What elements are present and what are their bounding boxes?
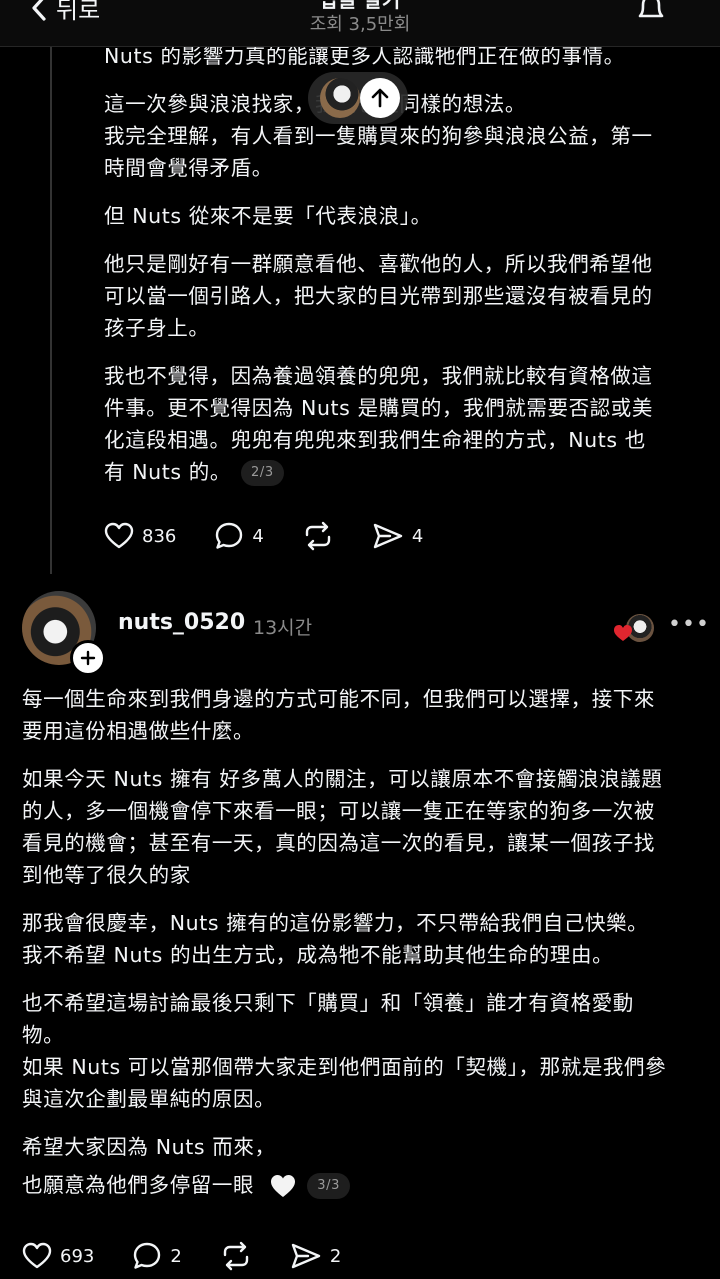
share-count: 2 (329, 1245, 342, 1267)
post-text-line: 也不希望這場討論最後只剩下「購買」和「領養」誰才有資格愛動 (22, 991, 634, 1015)
arrow-up-icon (371, 88, 389, 108)
post-actions: 693 2 2 (22, 1241, 379, 1271)
scroll-to-top-pill[interactable] (308, 72, 408, 124)
comment-count: 4 (252, 525, 264, 547)
post-text-line: 與這次企劃最單純的原因。 (22, 1087, 276, 1111)
post-text-line: 化這段相遇。兜兜有兜兜來到我們生命裡的方式，Nuts 也 (104, 428, 646, 452)
repost-icon (223, 1241, 249, 1271)
post-timestamp: 13시간 (253, 617, 313, 639)
post-text-line: 如果今天 Nuts 擁有 好多萬人的關注，可以讓原本不會接觸浪浪議題 (22, 767, 663, 791)
post-body: 每一個生命來到我們身邊的方式可能不同，但我們可以選擇，接下來 要用這份相遇做些什… (22, 683, 702, 1201)
page-indicator-badge: 2/3 (240, 460, 284, 486)
post-text-line: 到他等了很久的家 (22, 863, 191, 887)
red-heart-icon (614, 625, 632, 641)
post-text-line: 有 Nuts 的。 2/3 (104, 456, 694, 488)
page-indicator-badge: 3/3 (307, 1173, 350, 1199)
heart-icon (104, 522, 134, 549)
repost-icon (305, 521, 331, 551)
comment-icon (216, 522, 243, 549)
post-text-line: 也願意為他們多停留一眼 3/3 (22, 1169, 702, 1201)
thread-page: 뒤로 답글 달기 조회 3,5만회 Nuts 的影響力真的能讓更多人認識牠們正在… (0, 0, 720, 1279)
plus-icon (80, 650, 96, 666)
share-count: 4 (411, 525, 424, 547)
post-text-line: 每一個生命來到我們身邊的方式可能不同，但我們可以選擇，接下來 (22, 687, 655, 711)
like-button[interactable]: 836 (104, 522, 176, 550)
view-count: 조회 3,5만회 (309, 14, 411, 35)
notification-button[interactable] (634, 0, 668, 30)
post-text-line: 那我會很慶幸，Nuts 擁有的這份影響力，不只帶給我們自己快樂。 (22, 911, 649, 935)
white-heart-icon (271, 1175, 296, 1197)
like-count: 836 (142, 525, 177, 547)
post-text-line: 如果 Nuts 可以當那個帶大家走到他們面前的「契機」，那就是我們參 (22, 1055, 667, 1079)
comment-icon (134, 1242, 161, 1269)
post-text-line: 但 Nuts 從來不是要「代表浪浪」。 (104, 204, 432, 228)
repost-button[interactable] (220, 1241, 252, 1271)
post-text-line: 我也不覺得，因為養過領養的兜兜，我們就比較有資格做這 (104, 364, 653, 388)
post-text-line: 看見的機會；甚至有一天，真的因為這一次的看見，讓某一個孩子找 (22, 831, 655, 855)
post-text-line: 我完全理解，有人看到一隻購買來的狗參與浪浪公益，第一 (104, 124, 653, 148)
post-text-line: 時間會覺得矛盾。 (104, 156, 273, 180)
heart-icon (22, 1242, 52, 1269)
post-text-line: 的人，多一個機會停下來看一眼；可以讓一隻正在等家的狗多一次被 (22, 799, 655, 823)
post-text-line: 希望大家因為 Nuts 而來， (22, 1135, 276, 1159)
repost-button[interactable] (302, 521, 334, 551)
post-text-line: 我不希望 Nuts 的出生方式，成為牠不能幫助其他生命的理由。 (22, 943, 614, 967)
follow-button[interactable] (70, 640, 106, 676)
post-text-line: 孩子身上。 (104, 316, 210, 340)
post-text-fragment: 也願意為他們多停留一眼 (22, 1173, 255, 1197)
more-options-button[interactable]: ••• (668, 612, 710, 637)
send-icon (291, 1243, 321, 1269)
post-text-line: 他只是剛好有一群願意看他、喜歡他的人，所以我們希望他 (104, 252, 653, 276)
comment-button[interactable]: 2 (132, 1241, 182, 1271)
thread-connector-line (50, 46, 52, 574)
share-button[interactable]: 2 (290, 1241, 341, 1271)
post-actions: 836 4 4 (104, 521, 461, 551)
share-button[interactable]: 4 (372, 521, 423, 551)
top-bar: 뒤로 답글 달기 조회 3,5만회 (0, 0, 720, 47)
send-icon (373, 523, 403, 549)
post-text-line: 件事。更不覺得因為 Nuts 是購買的，我們就需要否認或美 (104, 396, 653, 420)
scroll-up-button[interactable] (360, 78, 400, 118)
like-button[interactable]: 693 (22, 1242, 94, 1270)
post-text-line: 可以當一個引路人，把大家的目光帶到那些還沒有被看見的 (104, 284, 653, 308)
comment-button[interactable]: 4 (214, 521, 264, 551)
avatar (320, 78, 360, 118)
bell-icon (638, 0, 664, 18)
like-count: 693 (60, 1245, 95, 1267)
post-text-line: 要用這份相遇做些什麼。 (22, 719, 255, 743)
post-text-line: 物。 (22, 1023, 65, 1047)
post-text-fragment: 有 Nuts 的。 (104, 460, 231, 484)
comment-count: 2 (170, 1245, 182, 1267)
username[interactable]: nuts_0520 (118, 610, 245, 635)
